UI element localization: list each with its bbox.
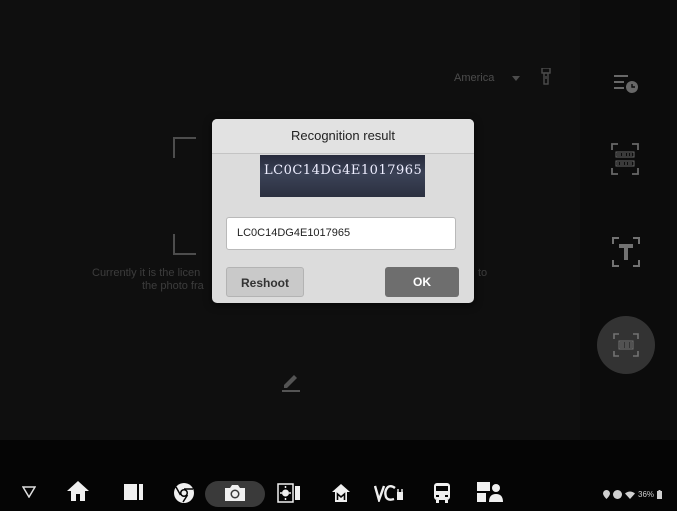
vin-input[interactable]: LC0C14DG4E1017965 xyxy=(226,217,456,250)
vin-plate-image-text: LC0C14DG4E1017965 xyxy=(264,163,423,178)
battery-icon xyxy=(657,490,663,499)
location-icon xyxy=(603,490,610,499)
vci-manager-icon[interactable] xyxy=(374,484,404,502)
status-bar: 36% xyxy=(603,490,663,499)
reshoot-button[interactable]: Reshoot xyxy=(226,267,304,297)
recognition-dialog: Recognition result LC0C14DG4E1017965 LC0… xyxy=(212,119,474,303)
display-settings-icon[interactable] xyxy=(277,483,301,503)
back-icon[interactable] xyxy=(22,486,36,498)
battery-percent: 36% xyxy=(638,490,655,499)
camera-icon[interactable] xyxy=(224,484,246,502)
dialog-title: Recognition result xyxy=(212,119,474,154)
screen: America Currently it is the licen the ph… xyxy=(0,0,677,511)
ok-button[interactable]: OK xyxy=(385,267,459,297)
vehicle-bus-icon[interactable] xyxy=(432,482,452,504)
wifi-icon xyxy=(625,491,635,499)
home-icon[interactable] xyxy=(66,480,90,502)
remote-support-icon[interactable] xyxy=(476,481,504,503)
browser-icon[interactable] xyxy=(173,482,195,504)
maxifix-icon[interactable] xyxy=(331,483,351,503)
recent-apps-icon[interactable] xyxy=(124,483,144,501)
vin-plate-image: LC0C14DG4E1017965 xyxy=(260,155,425,197)
sync-icon xyxy=(613,490,622,499)
